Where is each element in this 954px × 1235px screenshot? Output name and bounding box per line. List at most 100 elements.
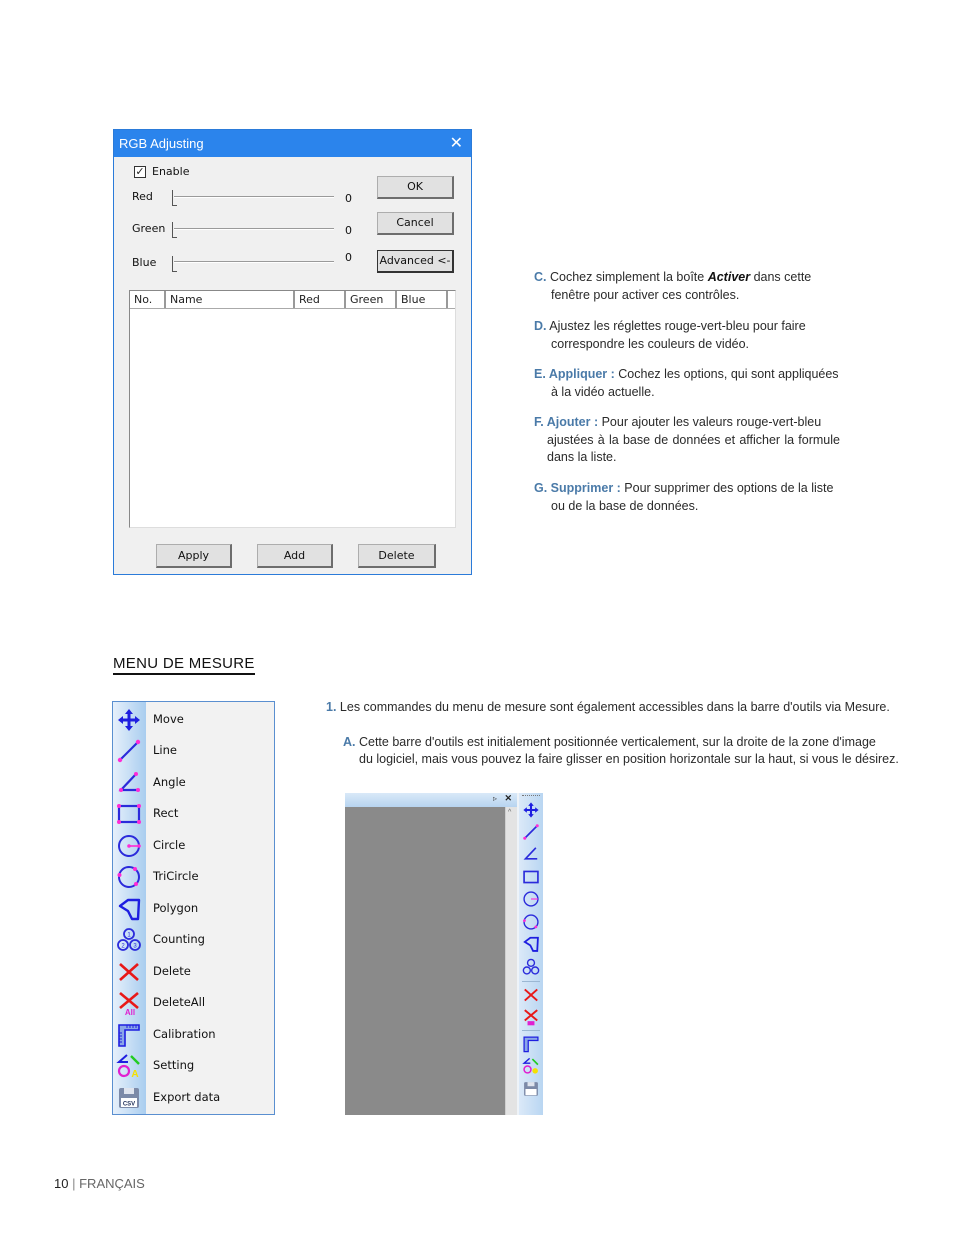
column-header-blue[interactable]: Blue [397,291,448,308]
line-icon [117,739,141,763]
red-label: Red [132,190,153,203]
red-value: 0 [345,192,352,205]
menu-item-label: Counting [153,932,205,946]
green-slider-track[interactable] [174,228,334,230]
advanced-button[interactable]: Advanced <- [377,250,454,273]
circle-icon[interactable] [522,890,540,908]
blue-value: 0 [345,251,352,264]
footer-separator: | [72,1176,76,1191]
rgb-list[interactable]: No. Name Red Green Blue [129,290,456,528]
menu-item-label: Setting [153,1058,195,1072]
rgb-adjusting-dialog: RGB Adjusting ✕ ✓ Enable Red 0 Green 0 B… [113,129,472,575]
red-slider-thumb[interactable] [172,190,177,206]
page-footer: 10 | FRANÇAIS [54,1176,145,1191]
svg-text:3: 3 [133,944,137,950]
description-g-text: Pour supprimer des options de la liste [620,481,834,495]
delete-all-icon: All [119,992,139,1016]
blue-slider-track[interactable] [174,261,334,263]
enable-checkbox[interactable]: ✓ [134,166,146,178]
scroll-up-icon[interactable]: ^ [508,809,511,816]
delete-all-icon[interactable] [522,1008,540,1026]
green-slider-thumb[interactable] [172,222,177,238]
export-csv-icon[interactable] [522,1080,540,1098]
column-header-red[interactable]: Red [295,291,346,308]
counting-icon[interactable] [522,958,540,976]
toolbar-screenshot: ▹ ✕ ^ [345,793,543,1115]
paragraph-a-key: A. [343,735,356,749]
column-header-name[interactable]: Name [166,291,295,308]
close-icon[interactable]: ✕ [504,793,512,804]
menu-item-calibration[interactable]: Calibration [113,1019,274,1050]
add-button[interactable]: Add [257,544,333,568]
rect-icon[interactable] [522,868,540,886]
description-f-continuation: ajustées à la base de données et affiche… [547,432,840,465]
menu-item-polygon[interactable]: Polygon [113,893,274,924]
description-d-text: Ajustez les réglettes rouge-vert-bleu po… [549,319,806,333]
paragraph-1: 1. Les commandes du menu de mesure sont … [326,700,890,714]
measure-menu: Move Line Angle Rect Circle TriCircle Po… [112,701,275,1115]
svg-text:A: A [131,1069,138,1079]
circle-icon [118,835,141,857]
line-icon[interactable] [522,823,540,841]
panel-header: ▹ ✕ [345,793,517,807]
blue-slider-thumb[interactable] [172,256,177,272]
apply-button[interactable]: Apply [156,544,232,568]
polygon-icon[interactable] [522,935,540,953]
description-e-key: E. Appliquer : [534,367,615,381]
menu-item-angle[interactable]: Angle [113,767,274,798]
move-icon[interactable] [522,801,540,819]
dialog-title-bar: RGB Adjusting ✕ [114,130,471,157]
description-e: E. Appliquer : Cochez les options, qui s… [534,366,840,401]
delete-icon[interactable] [522,986,540,1004]
delete-icon [119,963,139,981]
menu-item-label: Move [153,712,184,726]
description-c-continuation: fenêtre pour activer ces contrôles. [551,287,740,302]
menu-item-delete-all[interactable]: All DeleteAll [113,987,274,1018]
menu-item-rect[interactable]: Rect [113,798,274,829]
description-c-text: Cochez simplement la boîte [549,270,708,284]
menu-item-label: Calibration [153,1027,216,1041]
delete-button[interactable]: Delete [358,544,436,568]
pin-icon[interactable]: ▹ [493,794,497,803]
vertical-measure-toolbar [519,793,543,1115]
csv-label: CSV [123,1102,135,1108]
menu-item-delete[interactable]: Delete [113,956,274,987]
red-slider-track[interactable] [174,196,334,198]
toolbar-separator [522,981,540,982]
column-header-green[interactable]: Green [346,291,397,308]
cancel-button[interactable]: Cancel [377,212,454,235]
menu-item-tricircle[interactable]: TriCircle [113,861,274,892]
paragraph-1-text: Les commandes du menu de mesure sont éga… [339,700,890,714]
calibration-icon [118,1024,140,1047]
enable-label: Enable [152,165,190,178]
setting-icon[interactable] [522,1057,540,1075]
rect-icon [117,804,141,824]
all-badge-text: All [125,1008,135,1016]
menu-item-label: TriCircle [153,869,199,883]
menu-item-counting[interactable]: 1 2 3 Counting [113,924,274,955]
image-area [345,807,505,1115]
vertical-scrollbar[interactable]: ^ [505,807,517,1115]
menu-item-line[interactable]: Line [113,735,274,766]
angle-icon[interactable] [522,845,540,863]
setting-icon: A [116,1054,140,1079]
calibration-icon[interactable] [522,1035,540,1053]
description-c-emphasis: Activer [707,270,751,284]
ok-button[interactable]: OK [377,176,454,199]
blue-label: Blue [132,256,157,269]
dialog-title: RGB Adjusting [119,136,204,151]
menu-item-label: Polygon [153,901,199,915]
menu-item-setting[interactable]: A Setting [113,1050,274,1081]
description-f-key: F. Ajouter : [534,415,599,429]
menu-item-circle[interactable]: Circle [113,830,274,861]
column-header-no[interactable]: No. [130,291,166,308]
menu-item-move[interactable]: Move [113,704,274,735]
tricircle-icon[interactable] [522,913,540,931]
menu-item-export-data[interactable]: CSV Export data [113,1082,274,1113]
svg-text:2: 2 [121,944,125,950]
menu-item-label: Circle [153,838,186,852]
menu-item-label: Export data [153,1090,221,1104]
close-icon[interactable]: ✕ [450,130,463,157]
description-g-continuation: ou de la base de données. [551,498,699,513]
toolbar-grip[interactable] [522,795,540,797]
